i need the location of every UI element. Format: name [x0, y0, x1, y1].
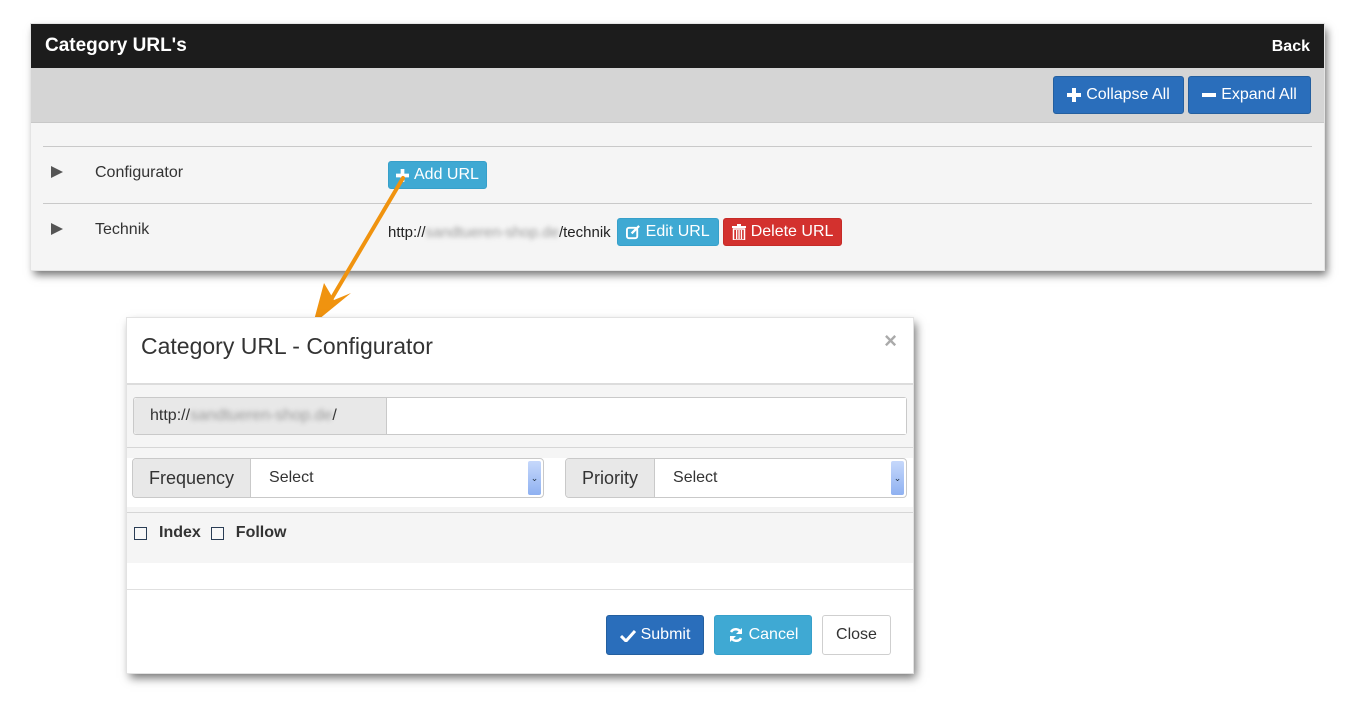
close-button[interactable]: Close — [822, 615, 891, 655]
frequency-label: Frequency — [133, 459, 252, 497]
back-link[interactable]: Back — [1272, 38, 1310, 56]
chevron-down-icon: ⌄ — [528, 461, 541, 495]
collapse-all-label: Collapse All — [1086, 86, 1170, 103]
category-url: http://sandtueren-shop.de/technik — [388, 224, 611, 241]
expand-all-button[interactable]: Expand All — [1188, 76, 1311, 114]
cancel-label: Cancel — [748, 626, 799, 643]
url-suffix: / — [332, 407, 337, 424]
edit-url-button[interactable]: Edit URL — [616, 218, 719, 246]
expand-caret-icon[interactable] — [51, 166, 63, 178]
expand-all-label: Expand All — [1221, 86, 1297, 103]
toolbar: Collapse All Expand All — [31, 68, 1324, 123]
frequency-select[interactable]: Select ⌄ — [251, 459, 543, 497]
panel-title: Category URL's — [45, 35, 187, 56]
category-url-modal: Category URL - Configurator × http://san… — [127, 318, 913, 673]
close-icon[interactable]: × — [884, 328, 897, 354]
delete-url-button[interactable]: Delete URL — [722, 218, 843, 246]
plus-icon — [396, 168, 409, 182]
plus-icon — [1067, 88, 1082, 102]
divider — [127, 447, 913, 448]
index-label: Index — [159, 524, 201, 541]
index-checkbox[interactable] — [134, 526, 147, 540]
category-row-technik: Technik http://sandtueren-shop.de/techni… — [43, 203, 1312, 260]
submit-label: Submit — [640, 626, 691, 643]
category-name: Technik — [95, 221, 150, 238]
follow-checkbox[interactable] — [210, 526, 224, 540]
priority-group: Priority Select ⌄ — [565, 458, 907, 498]
submit-button[interactable]: Submit — [606, 615, 704, 655]
url-path-input[interactable] — [387, 398, 906, 434]
url-prefix: http:// — [150, 407, 191, 424]
edit-icon — [625, 224, 641, 240]
priority-selected-value: Select — [673, 469, 718, 486]
url-domain-redacted: sandtueren-shop.de — [190, 407, 333, 424]
check-icon — [619, 629, 636, 642]
priority-select[interactable]: Select ⌄ — [655, 459, 906, 497]
modal-body: http://sandtueren-shop.de / Frequency Sel… — [127, 385, 913, 563]
panel-header: Category URL's Back — [31, 24, 1324, 68]
expand-caret-icon[interactable] — [51, 223, 63, 235]
category-row-configurator: Configurator Add URL — [43, 146, 1312, 203]
add-url-button[interactable]: Add URL — [388, 161, 487, 189]
url-path: /technik — [558, 223, 611, 241]
frequency-group: Frequency Select ⌄ — [132, 458, 544, 498]
frequency-selected-value: Select — [269, 469, 314, 486]
url-prefix: http:// — [388, 223, 426, 241]
minus-icon — [1202, 88, 1217, 102]
select-row: Frequency Select ⌄ Priority Select ⌄ — [127, 458, 913, 507]
category-list: Configurator Add URL Technik http://sand… — [43, 146, 1312, 260]
collapse-all-button[interactable]: Collapse All — [1053, 76, 1184, 114]
cancel-button[interactable]: Cancel — [714, 615, 812, 655]
category-urls-panel: Category URL's Back Collapse All Expand … — [31, 24, 1324, 270]
close-label: Close — [836, 626, 877, 643]
chevron-down-icon: ⌄ — [891, 461, 904, 495]
priority-label: Priority — [566, 459, 656, 497]
modal-title: Category URL - Configurator — [141, 333, 433, 359]
refresh-icon — [728, 627, 744, 643]
divider — [127, 512, 913, 513]
edit-url-label: Edit URL — [645, 223, 710, 240]
robots-options: Index Follow — [134, 524, 296, 542]
add-url-label: Add URL — [414, 166, 479, 183]
modal-header: Category URL - Configurator × — [127, 318, 913, 385]
url-prefix-addon: http://sandtueren-shop.de / — [134, 398, 387, 434]
url-input-group: http://sandtueren-shop.de / — [133, 397, 907, 435]
category-name: Configurator — [95, 164, 184, 181]
trash-icon — [731, 224, 746, 240]
follow-label: Follow — [235, 524, 287, 541]
delete-url-label: Delete URL — [750, 223, 834, 240]
modal-footer: Submit Cancel Close — [127, 589, 913, 674]
url-domain-redacted: sandtueren-shop.de — [425, 223, 559, 241]
